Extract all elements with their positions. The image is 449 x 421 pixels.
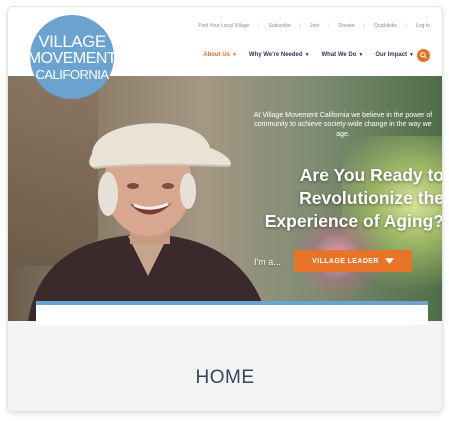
- utility-link-subscribe[interactable]: Subscribe: [269, 23, 291, 29]
- caret-down-icon: ▼: [231, 52, 237, 58]
- search-icon: [420, 52, 427, 59]
- nav-item-label: Why We're Needed: [248, 52, 303, 58]
- content-panel: [36, 301, 428, 325]
- utility-link-login[interactable]: Log In: [416, 23, 430, 29]
- hero-banner: At Village Movement California we believ…: [8, 76, 442, 321]
- nav-item-label: Our Impact: [375, 52, 408, 58]
- separator: |: [405, 23, 408, 29]
- page-heading: HOME: [195, 367, 255, 388]
- main-nav: About Us ▼ Why We're Needed ▼ What We Do ▼ …: [203, 52, 414, 58]
- caret-down-icon: ▼: [304, 52, 310, 58]
- caret-down-icon: [384, 258, 394, 264]
- utility-link-donate[interactable]: Donate: [339, 23, 355, 29]
- utility-link-find-village[interactable]: Find Your Local Village: [198, 23, 249, 29]
- utility-link-quicklinks[interactable]: Quicklinks: [374, 23, 397, 29]
- caret-down-icon: ▼: [409, 52, 414, 58]
- separator: |: [299, 23, 302, 29]
- caret-down-icon: ▼: [358, 52, 364, 58]
- hero-subtext: At Village Movement California we believ…: [253, 112, 433, 138]
- utility-link-join[interactable]: Join: [310, 23, 319, 29]
- nav-item-label: What We Do: [321, 52, 357, 58]
- nav-item-about-us[interactable]: About Us ▼: [203, 52, 237, 58]
- logo-line: VILLAGE: [38, 32, 106, 51]
- nav-item-why-needed[interactable]: Why We're Needed ▼: [249, 52, 310, 58]
- hero-title: Are You Ready to Revolutionize the Exper…: [264, 165, 442, 232]
- role-prompt: I'm a...: [254, 257, 281, 267]
- role-selector-value: VILLAGE LEADER: [312, 257, 379, 265]
- utility-nav: Find Your Local Village | Subscribe | Jo…: [198, 23, 430, 29]
- logo-line: CALIFORNIA: [35, 67, 109, 82]
- site-logo[interactable]: VILLAGE MOVEMENT CALIFORNIA: [27, 15, 117, 99]
- role-selector-dropdown[interactable]: VILLAGE LEADER: [294, 250, 412, 272]
- nav-item-our-impact[interactable]: Our Impact ▼: [375, 52, 414, 58]
- separator: |: [258, 23, 260, 29]
- website-preview-card: Find Your Local Village | Subscribe | Jo…: [7, 6, 443, 412]
- nav-item-what-we-do[interactable]: What We Do ▼: [322, 52, 364, 58]
- search-button[interactable]: [417, 49, 430, 62]
- separator: |: [328, 23, 330, 29]
- nav-item-label: About Us: [203, 52, 230, 58]
- separator: |: [363, 23, 365, 29]
- logo-line: MOVEMENT: [27, 50, 117, 67]
